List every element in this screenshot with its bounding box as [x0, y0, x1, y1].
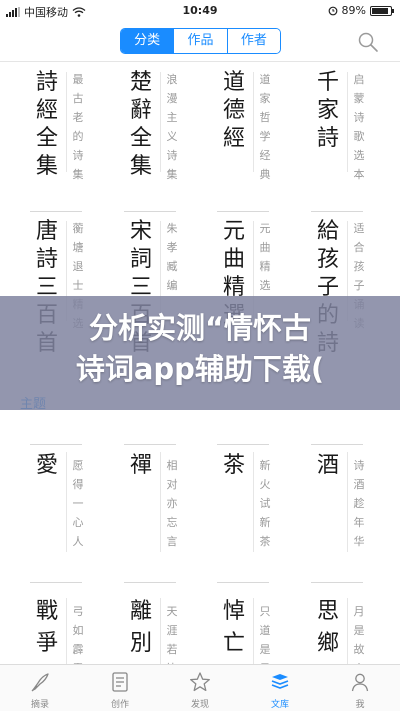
divider — [253, 452, 254, 552]
tab-label: 我 — [355, 700, 365, 710]
divider — [253, 72, 254, 172]
quill-icon — [31, 673, 49, 692]
tab-label: 摘录 — [30, 700, 49, 710]
banner-text: 分析实测“情怀古 诗词app辅助下载( — [75, 311, 325, 386]
collection-title: 千家詩 — [316, 70, 339, 151]
person-icon — [351, 673, 369, 692]
divider — [160, 452, 161, 552]
tab-label: 文库 — [270, 700, 289, 710]
notebook-icon — [112, 672, 128, 692]
status-bar: 中国移动 10:49 89% — [0, 0, 400, 22]
theme-title: 禪 — [129, 453, 152, 478]
theme-title: 愛 — [35, 453, 58, 478]
divider — [124, 582, 176, 583]
nav-bar: 分类 作品 作者 — [0, 22, 400, 62]
tab-label: 创作 — [110, 700, 129, 710]
collection-title: 楚辭全集 — [129, 70, 152, 179]
theme-item[interactable]: 茶 新火试新茶 — [219, 438, 291, 584]
overlay-banner: 分析实测“情怀古 诗词app辅助下载( — [0, 296, 400, 410]
theme-subtitle: 新火试新茶 — [259, 459, 271, 548]
theme-title: 戰爭 — [35, 599, 58, 656]
collection-subtitle: 启蒙诗歌选本 — [353, 73, 365, 181]
divider — [217, 211, 269, 212]
alarm-icon — [328, 6, 337, 15]
theme-title: 悼亡 — [222, 599, 245, 656]
divider — [66, 452, 67, 552]
divider — [66, 72, 67, 172]
divider — [124, 211, 176, 212]
divider — [311, 211, 363, 212]
collection-item[interactable]: 千家詩 启蒙诗歌选本 — [313, 64, 385, 189]
collection-title: 詩經全集 — [35, 70, 58, 179]
divider — [217, 582, 269, 583]
tabbar-item-me[interactable]: 我 — [320, 665, 400, 711]
library-icon — [271, 674, 289, 689]
tab-authors[interactable]: 作者 — [227, 29, 280, 53]
battery-fill — [372, 7, 388, 14]
theme-title: 酒 — [316, 453, 339, 478]
collection-subtitle: 道家哲学经典 — [259, 73, 271, 181]
tab-category[interactable]: 分类 — [121, 29, 175, 53]
theme-title: 茶 — [222, 453, 245, 478]
tabbar-item-discover[interactable]: 发现 — [160, 665, 240, 711]
divider — [160, 72, 161, 172]
search-icon[interactable] — [356, 30, 380, 54]
segmented-control: 分类 作品 作者 — [120, 28, 281, 54]
collection-subtitle: 浪漫主义诗集 — [166, 73, 178, 181]
theme-title: 離別 — [129, 599, 152, 656]
theme-subtitle: 诗酒趁年华 — [353, 459, 365, 548]
divider — [30, 582, 82, 583]
tab-bar: 摘录 创作 发现 文库 我 — [0, 664, 400, 711]
theme-subtitle: 愿得一心人 — [72, 459, 84, 548]
tab-works[interactable]: 作品 — [174, 29, 228, 53]
theme-item[interactable]: 酒 诗酒趁年华 — [313, 438, 385, 584]
tab-label: 发现 — [190, 700, 209, 710]
tabbar-item-library[interactable]: 文库 — [240, 665, 320, 711]
collection-title: 道德經 — [222, 70, 245, 151]
theme-item[interactable]: 愛 愿得一心人 — [32, 438, 104, 584]
divider — [347, 452, 348, 552]
tabbar-item-excerpts[interactable]: 摘录 — [0, 665, 80, 711]
collection-item[interactable]: 詩經全集 最古老的诗集 — [32, 64, 104, 189]
battery-icon — [370, 5, 394, 16]
themes-row-1: 愛 愿得一心人 禪 相对亦忘言 茶 新火试新茶 酒 诗酒趁年华 — [0, 438, 400, 584]
collection-item[interactable]: 道德經 道家哲学经典 — [219, 64, 291, 189]
theme-subtitle: 相对亦忘言 — [166, 459, 178, 548]
theme-item[interactable]: 禪 相对亦忘言 — [126, 438, 198, 584]
divider — [311, 582, 363, 583]
collection-subtitle: 最古老的诗集 — [72, 73, 84, 181]
status-right: 89% — [328, 4, 394, 17]
tabbar-item-create[interactable]: 创作 — [80, 665, 160, 711]
star-icon — [190, 672, 210, 692]
battery-percent: 89% — [341, 4, 366, 17]
divider — [347, 72, 348, 172]
divider — [30, 211, 82, 212]
theme-title: 思鄉 — [316, 599, 339, 656]
collection-subtitle: 朱孝臧编 — [166, 222, 178, 292]
collections-row-1: 詩經全集 最古老的诗集 楚辭全集 浪漫主义诗集 道德經 道家哲学经典 千家詩 启蒙诗歌选… — [0, 64, 400, 212]
collection-item[interactable]: 楚辭全集 浪漫主义诗集 — [126, 64, 198, 189]
collection-subtitle: 元曲精选 — [259, 222, 271, 292]
